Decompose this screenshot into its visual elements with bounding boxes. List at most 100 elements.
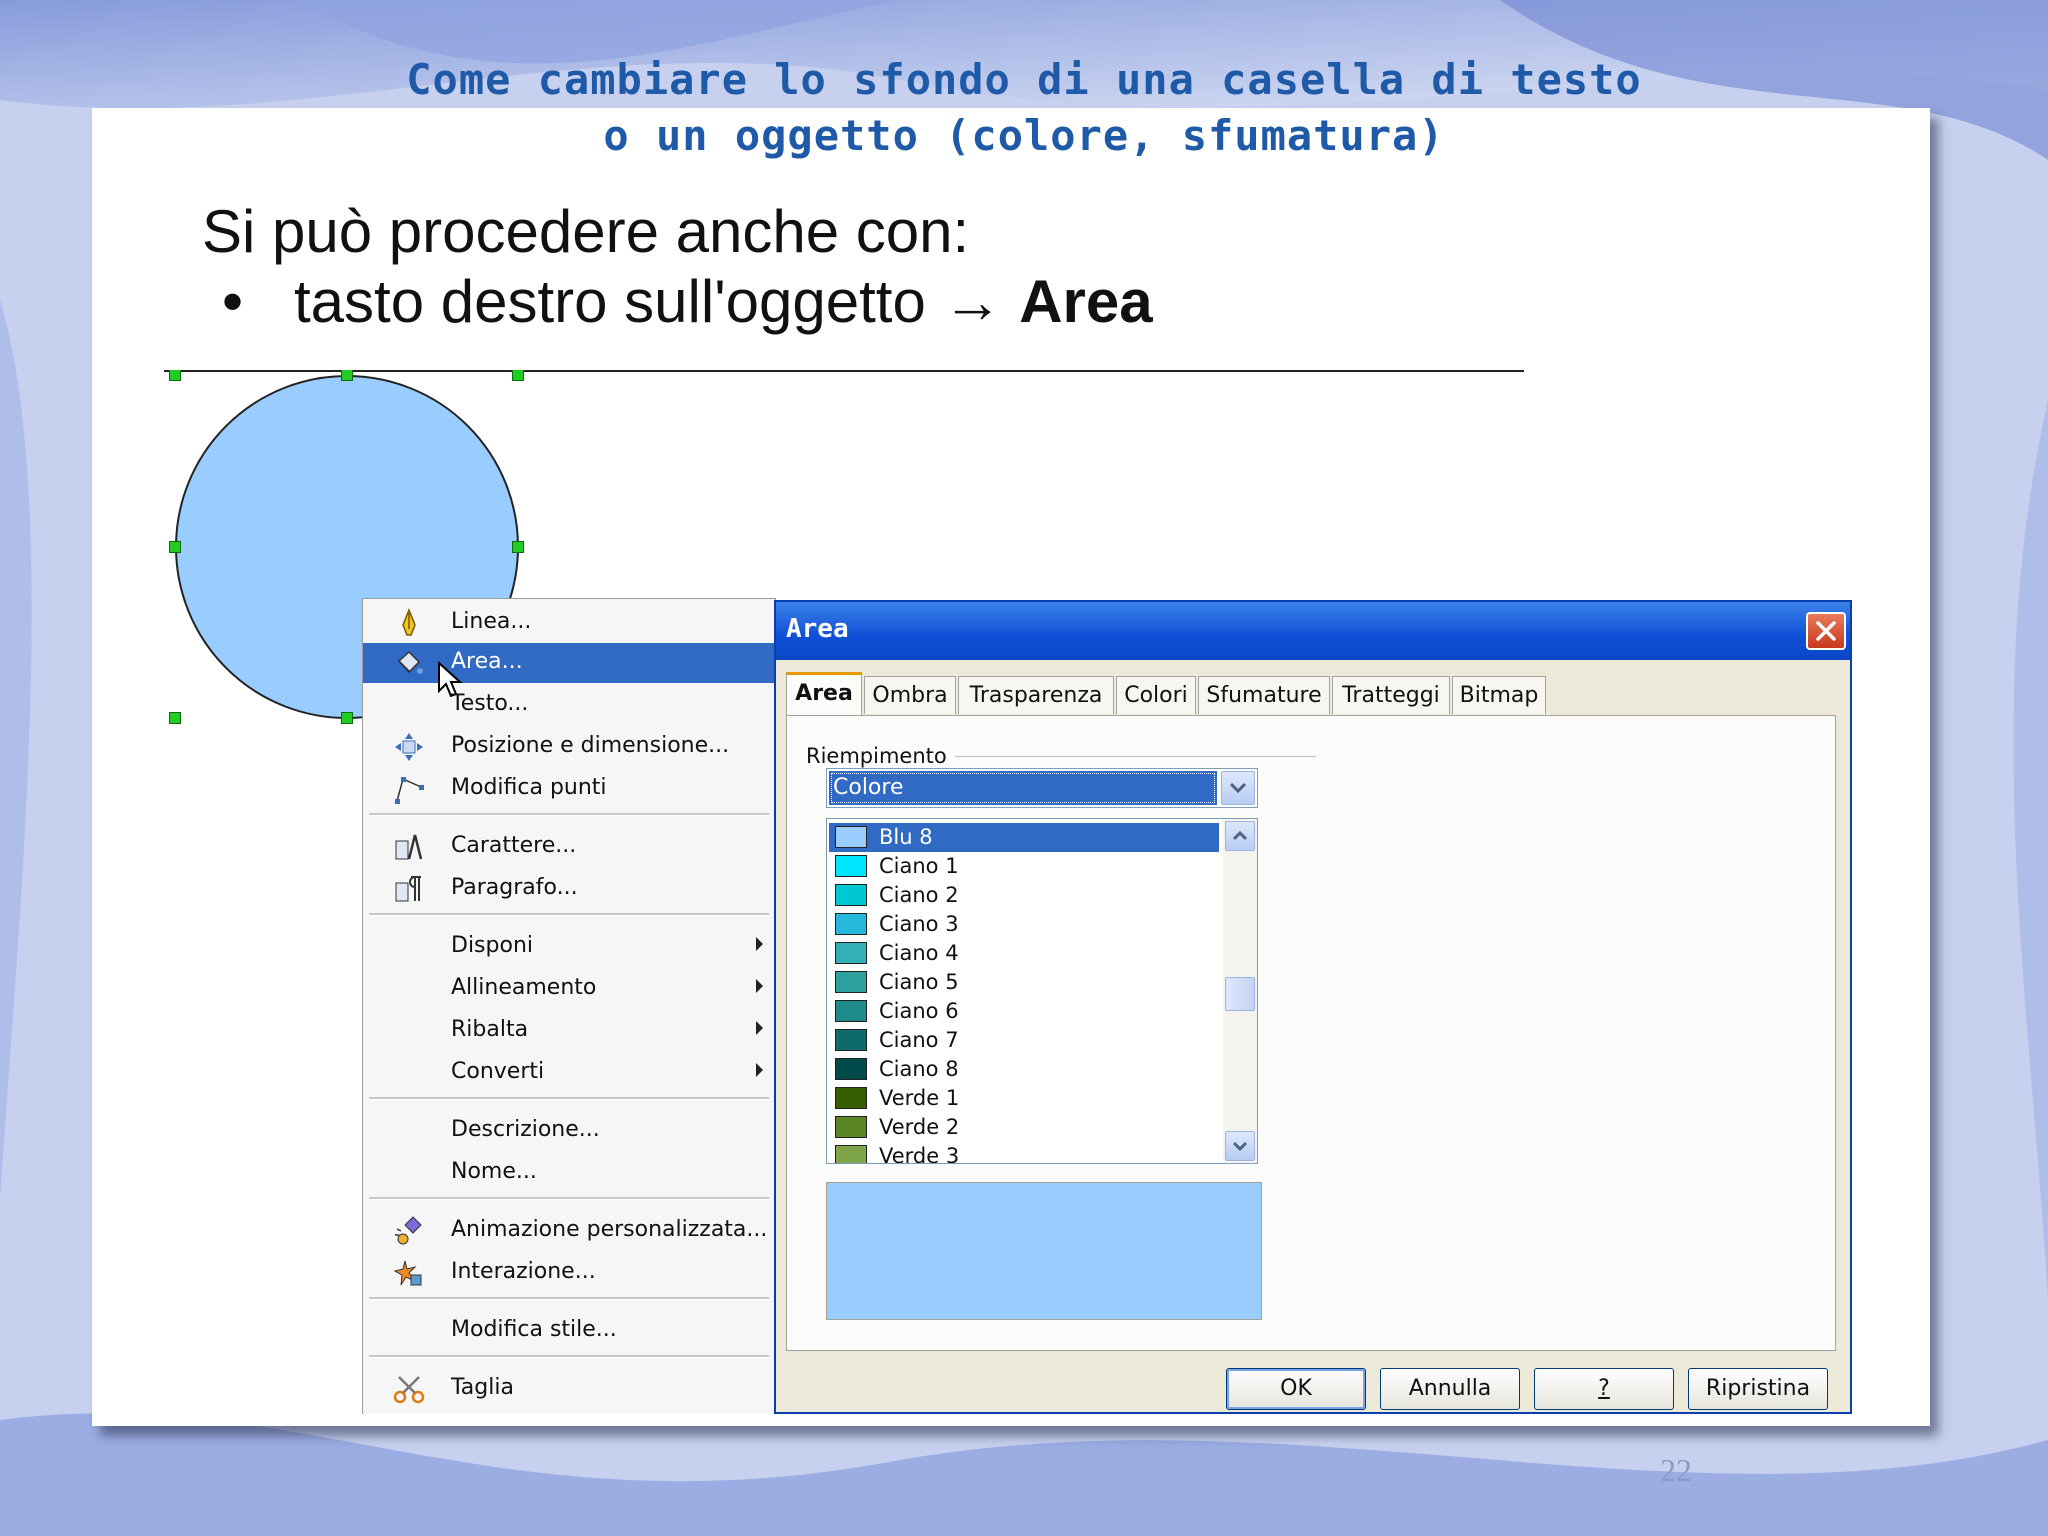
color-swatch — [835, 826, 867, 848]
color-list-item[interactable]: Ciano 6 — [829, 997, 1219, 1026]
color-preview — [826, 1182, 1262, 1320]
menu-item-nome[interactable]: Nome... — [363, 1153, 775, 1193]
color-list-item[interactable]: Verde 2 — [829, 1113, 1219, 1142]
color-list-item[interactable]: Verde 1 — [829, 1084, 1219, 1113]
scroll-down-button[interactable] — [1225, 1131, 1255, 1161]
color-name: Blu 8 — [879, 825, 933, 849]
color-swatch — [835, 913, 867, 935]
color-list-item[interactable]: Ciano 2 — [829, 881, 1219, 910]
tab-tratteggi[interactable]: Tratteggi — [1332, 676, 1450, 714]
color-list[interactable]: Blu 8 Ciano 1 Ciano 2 Ciano 3 Ciano 4 Ciano 5… — [826, 818, 1258, 1164]
bullet-text: tasto destro sull'oggetto → — [294, 268, 1020, 335]
color-name: Ciano 4 — [879, 941, 959, 965]
bullet-item: • tasto destro sull'oggetto → Area — [222, 266, 1153, 338]
menu-item-area[interactable]: Area... — [363, 643, 775, 683]
color-list-item[interactable]: Verde 3 — [829, 1142, 1219, 1164]
slide-title-line1: Come cambiare lo sfondo di una casella d… — [406, 55, 1642, 104]
color-name: Ciano 3 — [879, 912, 959, 936]
paint-bucket-icon — [397, 650, 423, 674]
menu-item-animazione[interactable]: Animazione personalizzata... — [363, 1211, 775, 1251]
selection-handle[interactable] — [169, 712, 181, 724]
menu-item-ribalta[interactable]: Ribalta — [363, 1011, 775, 1051]
menu-item-descrizione[interactable]: Descrizione... — [363, 1111, 775, 1151]
menu-item-label: Taglia — [451, 1375, 514, 1400]
chevron-up-icon — [1232, 830, 1248, 841]
help-button[interactable]: ? — [1534, 1368, 1674, 1410]
color-name: Verde 3 — [879, 1144, 960, 1164]
tab-sfumature[interactable]: Sfumature — [1198, 676, 1330, 714]
menu-item-label: Ribalta — [451, 1017, 529, 1042]
color-swatch — [835, 1000, 867, 1022]
reset-button[interactable]: Ripristina — [1688, 1368, 1828, 1410]
menu-item-taglia[interactable]: Taglia — [363, 1369, 775, 1409]
menu-item-interazione[interactable]: Interazione... — [363, 1253, 775, 1293]
vertical-scrollbar[interactable] — [1223, 819, 1257, 1163]
color-swatch — [835, 942, 867, 964]
color-swatch — [835, 1058, 867, 1080]
menu-item-converti[interactable]: Converti — [363, 1053, 775, 1093]
fill-type-select[interactable]: Colore — [826, 768, 1258, 808]
chevron-down-icon — [1229, 782, 1247, 794]
tab-ombra[interactable]: Ombra — [864, 676, 956, 714]
dropdown-button[interactable] — [1221, 771, 1255, 805]
menu-separator — [369, 1355, 769, 1358]
menu-item-label: Descrizione... — [451, 1117, 600, 1142]
tab-bitmap[interactable]: Bitmap — [1452, 676, 1546, 714]
intro-text: Si può procedere anche con: — [202, 198, 970, 265]
menu-item-label: Modifica stile... — [451, 1317, 617, 1342]
bullet-dot: • — [222, 268, 244, 335]
submenu-arrow-icon — [756, 937, 763, 951]
selection-handle[interactable] — [169, 370, 181, 381]
chevron-down-icon — [1232, 1141, 1248, 1152]
selection-handle[interactable] — [341, 712, 353, 724]
selection-handle[interactable] — [341, 370, 353, 381]
color-list-item[interactable]: Ciano 5 — [829, 968, 1219, 997]
color-swatch — [835, 1116, 867, 1138]
tab-colori[interactable]: Colori — [1116, 676, 1196, 714]
selection-handle[interactable] — [169, 541, 181, 553]
color-name: Ciano 8 — [879, 1057, 959, 1081]
scroll-up-button[interactable] — [1225, 821, 1255, 851]
menu-item-label: Converti — [451, 1059, 545, 1084]
menu-item-modifica-punti[interactable]: Modifica punti — [363, 769, 775, 809]
ok-button[interactable]: OK — [1226, 1368, 1366, 1410]
selection-handle[interactable] — [512, 541, 524, 553]
submenu-arrow-icon — [756, 1021, 763, 1035]
menu-item-label: Nome... — [451, 1159, 537, 1184]
dialog-title-bar[interactable]: Area — [776, 602, 1850, 660]
menu-item-label: Paragrafo... — [451, 875, 578, 900]
menu-item-linea[interactable]: Linea... — [363, 603, 775, 643]
color-list-item[interactable]: Ciano 4 — [829, 939, 1219, 968]
menu-item-disponi[interactable]: Disponi — [363, 927, 775, 967]
color-list-item[interactable]: Ciano 1 — [829, 852, 1219, 881]
menu-item-modifica-stile[interactable]: Modifica stile... — [363, 1311, 775, 1351]
fill-type-value: Colore — [829, 771, 1217, 805]
color-list-item[interactable]: Ciano 8 — [829, 1055, 1219, 1084]
color-name: Ciano 5 — [879, 970, 959, 994]
close-button[interactable] — [1806, 612, 1846, 650]
menu-item-paragrafo[interactable]: Paragrafo... — [363, 869, 775, 909]
color-list-item[interactable]: Blu 8 — [829, 823, 1219, 852]
menu-item-posizione[interactable]: Posizione e dimensione... — [363, 727, 775, 767]
selection-handle[interactable] — [512, 370, 524, 381]
menu-item-testo[interactable]: Testo... — [363, 685, 775, 725]
color-list-item[interactable]: Ciano 7 — [829, 1026, 1219, 1055]
menu-item-allineamento[interactable]: Allineamento — [363, 969, 775, 1009]
cancel-button[interactable]: Annulla — [1380, 1368, 1520, 1410]
selection-line — [164, 370, 1524, 372]
color-swatch — [835, 855, 867, 877]
move-resize-icon — [395, 733, 423, 761]
menu-separator — [369, 1197, 769, 1200]
slide-title: Come cambiare lo sfondo di una casella d… — [0, 52, 2048, 164]
fill-group-label: Riempimento — [806, 744, 955, 768]
menu-item-carattere[interactable]: Carattere... — [363, 827, 775, 867]
menu-item-label: Posizione e dimensione... — [451, 733, 730, 758]
color-name: Verde 2 — [879, 1115, 960, 1139]
tab-trasparenza[interactable]: Trasparenza — [958, 676, 1114, 714]
tab-area[interactable]: Area — [786, 672, 862, 716]
color-list-item[interactable]: Ciano 3 — [829, 910, 1219, 939]
color-swatch — [835, 1145, 867, 1163]
scroll-thumb[interactable] — [1225, 977, 1255, 1011]
color-name: Ciano 7 — [879, 1028, 959, 1052]
scissors-icon — [393, 1376, 425, 1404]
